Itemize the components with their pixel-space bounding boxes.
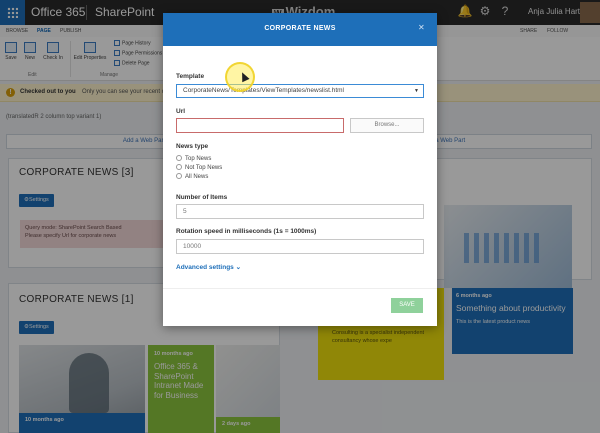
number-of-items-input[interactable]: 5 [176, 204, 424, 219]
dialog-title: CORPORATE NEWS [264, 25, 336, 32]
rotation-speed-label: Rotation speed in milliseconds (1s = 100… [176, 228, 317, 235]
radio-button-icon [176, 173, 182, 179]
template-value: CorporateNews/Templates/ViewTemplates/ne… [183, 87, 344, 94]
items-label: Number of Items [176, 194, 228, 201]
rotation-speed-input[interactable]: 10000 [176, 239, 424, 254]
advanced-settings-toggle[interactable]: Advanced settings ⌄ [176, 263, 241, 271]
radio-not-top-news-label: Not Top News [185, 165, 223, 171]
radio-top-news[interactable]: Top News [176, 155, 211, 162]
save-button[interactable]: SAVE [391, 298, 423, 313]
radio-not-top-news[interactable]: Not Top News [176, 164, 222, 171]
radio-top-news-label: Top News [185, 156, 212, 162]
url-input[interactable] [176, 118, 344, 133]
dialog-footer-divider [163, 288, 437, 289]
dialog-header: CORPORATE NEWS ✕ [163, 13, 437, 46]
browse-button[interactable]: Browse... [350, 118, 424, 133]
radio-button-icon [176, 164, 182, 170]
url-label: Url [176, 108, 186, 115]
corporate-news-dialog: CORPORATE NEWS ✕ Template CorporateNews/… [163, 13, 437, 326]
template-label: Template [176, 73, 205, 80]
close-icon[interactable]: ✕ [418, 23, 425, 32]
radio-all-news-label: All News [185, 174, 209, 180]
dropdown-arrow-icon: ▼ [414, 88, 419, 94]
chevron-down-icon: ⌄ [235, 264, 242, 271]
advanced-settings-label: Advanced settings [176, 264, 234, 271]
radio-button-icon [176, 155, 182, 161]
radio-all-news[interactable]: All News [176, 173, 208, 180]
news-type-label: News type [176, 143, 209, 150]
template-select[interactable]: CorporateNews/Templates/ViewTemplates/ne… [176, 84, 424, 98]
